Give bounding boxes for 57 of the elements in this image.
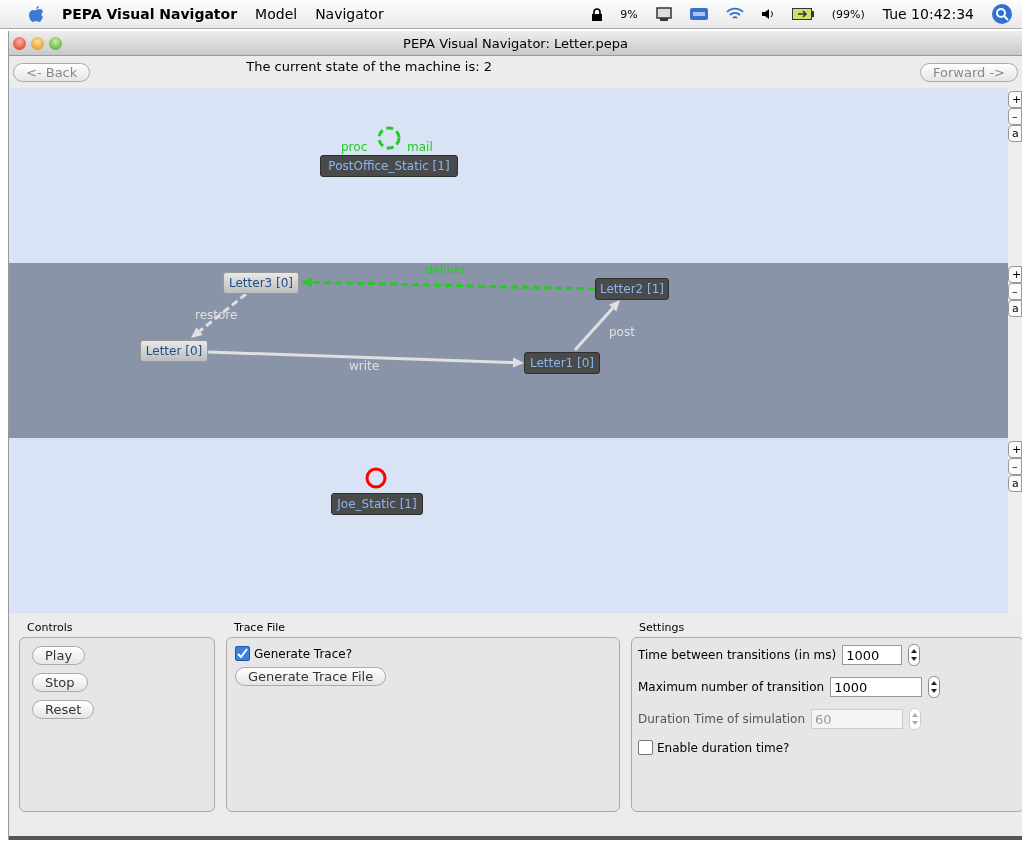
control-button[interactable]: Reset bbox=[32, 700, 95, 719]
state-node[interactable]: PostOffice_Static [1] bbox=[320, 155, 458, 177]
lock-icon[interactable] bbox=[592, 7, 603, 21]
zoom-control[interactable]: a bbox=[1008, 300, 1022, 317]
zoom-control[interactable]: + bbox=[1008, 91, 1022, 108]
control-button[interactable]: Stop bbox=[32, 673, 88, 692]
transition-label: post bbox=[609, 325, 635, 339]
zoom-control[interactable]: – bbox=[1008, 283, 1022, 300]
battery-percent[interactable]: (99%) bbox=[831, 7, 865, 21]
checkbox[interactable] bbox=[638, 740, 653, 755]
cpu-usage[interactable]: 9% bbox=[620, 7, 638, 21]
keyboard-icon[interactable] bbox=[689, 8, 708, 20]
stepper-control[interactable] bbox=[908, 644, 921, 666]
search-icon[interactable] bbox=[992, 4, 1012, 24]
battery-icon[interactable] bbox=[791, 8, 814, 20]
transition-label: deliver bbox=[425, 263, 467, 277]
menu-item[interactable]: Model bbox=[255, 6, 298, 22]
apple-logo-icon[interactable] bbox=[28, 5, 44, 23]
field-label: Duration Time of simulation bbox=[638, 712, 806, 726]
stepper-control[interactable] bbox=[928, 676, 941, 698]
number-field[interactable]: 1000 bbox=[842, 645, 903, 665]
state-status-text: The current state of the machine is: 2 bbox=[246, 58, 492, 74]
field-label: Maximum number of transition bbox=[638, 680, 825, 694]
number-field[interactable]: 1000 bbox=[830, 677, 923, 697]
app-menu[interactable]: PEPA Visual Navigator bbox=[62, 6, 238, 22]
zoom-control[interactable]: – bbox=[1008, 108, 1022, 125]
window-title: PEPA Visual Navigator: Letter.pepa bbox=[403, 35, 628, 51]
menu-item[interactable]: Navigator bbox=[315, 6, 384, 22]
wifi-icon[interactable] bbox=[725, 7, 744, 21]
state-node[interactable]: Letter3 [0] bbox=[223, 272, 299, 294]
checkbox-label: Generate Trace? bbox=[254, 646, 353, 661]
speaker-icon[interactable] bbox=[761, 8, 774, 20]
zoom-control[interactable]: – bbox=[1008, 458, 1022, 475]
field-label: Time between transitions (in ms) bbox=[638, 648, 837, 662]
group-title: Trace File bbox=[234, 621, 286, 634]
state-node[interactable]: Joe_Static [1] bbox=[331, 493, 423, 515]
generate-trace-file-button[interactable]: Generate Trace File bbox=[235, 667, 387, 686]
transition-label: proc bbox=[341, 140, 368, 154]
state-node[interactable]: Letter [0] bbox=[140, 340, 208, 362]
zoom-control[interactable]: + bbox=[1008, 441, 1022, 458]
monitor-icon[interactable] bbox=[655, 7, 672, 21]
control-button[interactable]: Play bbox=[32, 646, 86, 665]
transition-label: write bbox=[349, 359, 380, 373]
checkbox-label: Enable duration time? bbox=[657, 740, 790, 755]
state-node[interactable]: Letter1 [0] bbox=[524, 352, 600, 374]
component-lane[interactable]: proc mail PostOffice_Static [1] bbox=[9, 88, 1008, 263]
transition-label: mail bbox=[407, 140, 433, 154]
close-button[interactable] bbox=[13, 36, 26, 50]
state-node[interactable]: Letter2 [1] bbox=[595, 278, 669, 300]
zoom-control[interactable]: a bbox=[1008, 475, 1022, 492]
component-lane[interactable]: Joe_Static [1] bbox=[9, 438, 1008, 613]
clock[interactable]: Tue 10:42:34 bbox=[882, 6, 974, 22]
zoom-control[interactable]: + bbox=[1008, 266, 1022, 283]
checkbox[interactable] bbox=[235, 646, 250, 661]
zoom-control[interactable]: a bbox=[1008, 125, 1022, 142]
group-title: Settings bbox=[639, 621, 685, 634]
group-title: Controls bbox=[27, 621, 73, 634]
